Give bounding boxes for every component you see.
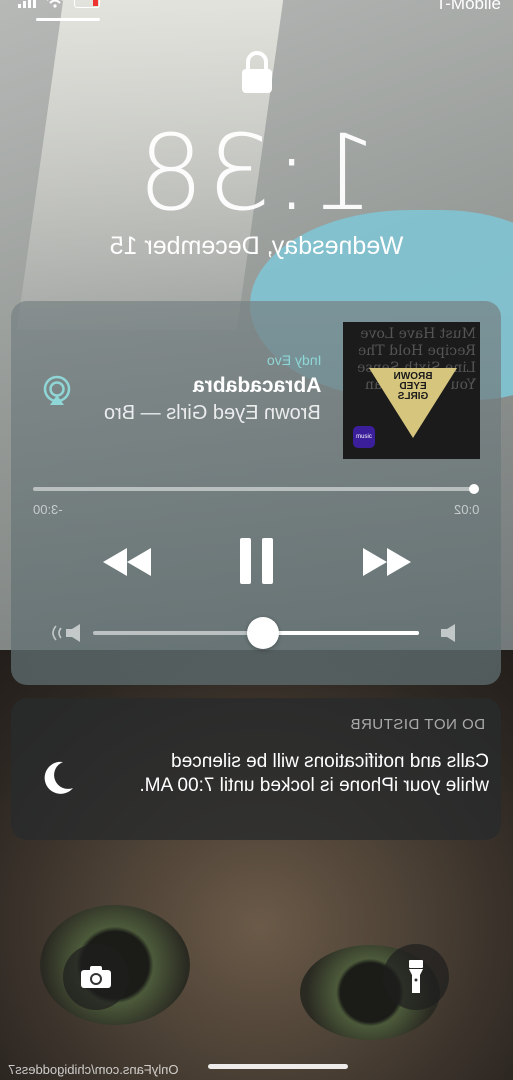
wifi-icon bbox=[47, 0, 63, 8]
artist-line: Brown Eyed Girls — Bro bbox=[104, 402, 321, 424]
camera-icon bbox=[81, 966, 111, 988]
album-art-badge: music bbox=[353, 426, 375, 448]
status-icons bbox=[18, 0, 100, 8]
volume-fill bbox=[264, 631, 419, 635]
album-art-label: BROWN EYED GIRLS bbox=[393, 371, 433, 402]
airplay-icon[interactable] bbox=[42, 375, 72, 410]
battery-icon bbox=[74, 0, 100, 8]
status-underline bbox=[36, 18, 100, 21]
watermark: OnlyFans.com/chibigoddess7 bbox=[8, 1062, 179, 1077]
home-indicator[interactable] bbox=[208, 1064, 348, 1069]
dnd-title: DO NOT DISTURB bbox=[349, 716, 485, 733]
lock-icon bbox=[240, 50, 274, 99]
fast-forward-icon[interactable] bbox=[103, 547, 153, 582]
volume-knob[interactable] bbox=[247, 617, 279, 649]
playback-progress-bar[interactable] bbox=[33, 484, 479, 494]
time-elapsed: 0:02 bbox=[453, 502, 479, 517]
carrier-label: T-Mobile bbox=[435, 0, 501, 13]
playback-source: Indy Evo bbox=[266, 352, 321, 368]
album-art[interactable]: Must Have Love Recipe Hold The Line Sixt… bbox=[343, 322, 480, 459]
playback-scrubber[interactable] bbox=[469, 484, 479, 494]
camera-button[interactable] bbox=[63, 944, 129, 1010]
volume-high-icon bbox=[46, 623, 80, 648]
time-remaining: -3:00 bbox=[33, 502, 63, 517]
volume-low-icon bbox=[439, 623, 457, 648]
clock-date: Wednesday, December 15 bbox=[109, 232, 404, 260]
now-playing-widget[interactable]: Must Have Love Recipe Hold The Line Sixt… bbox=[11, 301, 501, 685]
do-not-disturb-notification[interactable]: DO NOT DISTURB Calls and notifications w… bbox=[11, 698, 501, 840]
dnd-message: Calls and notifications will be silenced… bbox=[139, 751, 489, 796]
moon-icon bbox=[39, 760, 75, 801]
status-bar: T-Mobile bbox=[0, 0, 513, 22]
cellular-signal-icon bbox=[18, 0, 36, 8]
rewind-icon[interactable] bbox=[361, 547, 411, 582]
pause-icon[interactable] bbox=[240, 538, 274, 589]
clock-time: 1:38 bbox=[135, 112, 378, 234]
flashlight-icon bbox=[409, 960, 423, 993]
flashlight-button[interactable] bbox=[383, 944, 449, 1010]
song-title: Abracadabra bbox=[192, 374, 321, 397]
